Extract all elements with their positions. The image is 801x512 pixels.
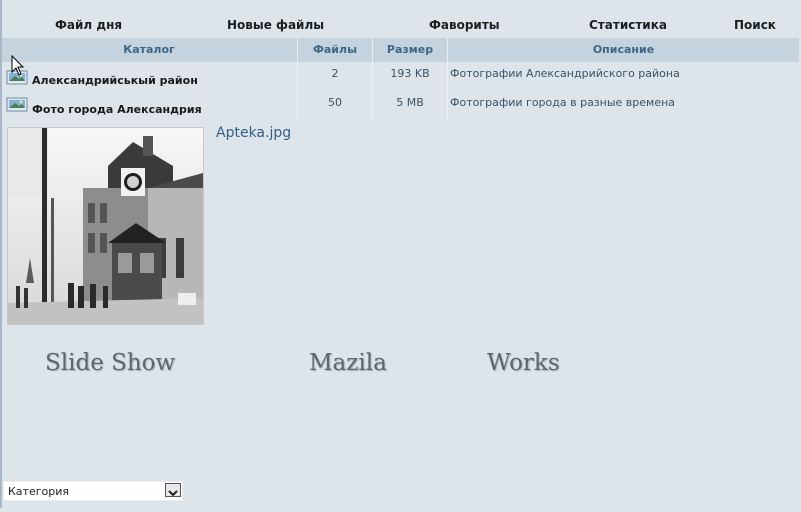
works-link[interactable]: Works bbox=[487, 350, 560, 376]
nav-statistics[interactable]: Статистика bbox=[589, 18, 667, 32]
column-header-description[interactable]: Описание bbox=[448, 38, 799, 62]
category-select[interactable]: Категория bbox=[3, 481, 183, 501]
page-footer bbox=[0, 508, 801, 512]
featured-photo[interactable] bbox=[7, 127, 204, 325]
nav-search[interactable]: Поиск bbox=[734, 18, 776, 32]
slide-show-link[interactable]: Slide Show bbox=[45, 350, 175, 376]
catalog-name[interactable]: Фото города Александрия bbox=[32, 103, 202, 116]
description-text: Фотографии Александрийского района bbox=[450, 67, 680, 80]
catalog-name[interactable]: Александрийськый район bbox=[32, 74, 198, 87]
size-value: 5 MB bbox=[396, 96, 424, 109]
size-value: 193 KB bbox=[390, 67, 430, 80]
photo-image bbox=[8, 128, 203, 324]
mouse-cursor-icon bbox=[11, 55, 25, 76]
files-count: 2 bbox=[331, 67, 339, 80]
photo-filename-link[interactable]: Apteka.jpg bbox=[216, 125, 291, 141]
column-divider bbox=[447, 91, 448, 120]
chevron-down-icon[interactable] bbox=[165, 483, 181, 497]
mazila-link[interactable]: Mazila bbox=[309, 350, 387, 376]
column-header-catalog[interactable]: Каталог bbox=[2, 38, 296, 62]
column-header-files[interactable]: Файлы bbox=[298, 38, 372, 62]
nav-favorites[interactable]: Фавориты bbox=[429, 18, 500, 32]
table-row[interactable]: Александрийськый район 2 193 KB Фотограф… bbox=[2, 62, 799, 91]
catalog-table-header: Каталог Файлы Размер Описание bbox=[2, 38, 799, 62]
column-divider bbox=[447, 62, 448, 91]
table-row[interactable]: Фото города Александрия 50 5 MB Фотограф… bbox=[2, 91, 799, 120]
files-count: 50 bbox=[328, 96, 342, 109]
folder-image-icon bbox=[6, 97, 28, 112]
nav-file-of-day[interactable]: Файл дня bbox=[55, 18, 122, 32]
top-navigation: Файл дня Новые файлы Фавориты Статистика… bbox=[0, 0, 801, 37]
category-select-value: Категория bbox=[8, 485, 69, 498]
column-header-size[interactable]: Размер bbox=[373, 38, 447, 62]
nav-new-files[interactable]: Новые файлы bbox=[227, 18, 324, 32]
description-text: Фотографии города в разные времена bbox=[450, 96, 676, 109]
